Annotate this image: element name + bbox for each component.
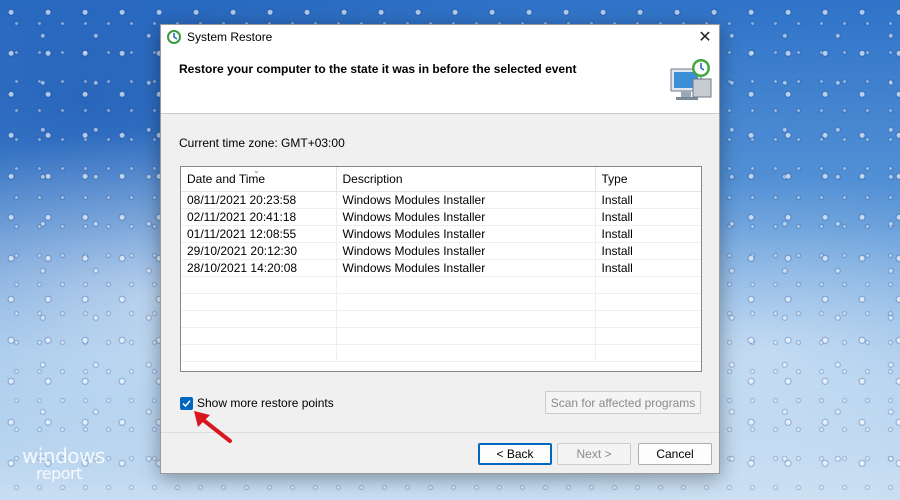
empty-row bbox=[181, 344, 701, 362]
table-row[interactable]: 01/11/2021 12:08:55 Windows Modules Inst… bbox=[181, 225, 701, 243]
empty-row bbox=[181, 276, 701, 294]
wizard-footer: < Back Next > Cancel bbox=[161, 432, 719, 473]
cell-date: 08/11/2021 20:23:58 bbox=[181, 191, 337, 209]
table-row[interactable]: 02/11/2021 20:41:18 Windows Modules Inst… bbox=[181, 208, 701, 226]
table-row[interactable]: 29/10/2021 20:12:30 Windows Modules Inst… bbox=[181, 242, 701, 260]
cell-description: Windows Modules Installer bbox=[336, 225, 596, 243]
timezone-label: Current time zone: GMT+03:00 bbox=[179, 136, 345, 150]
restore-points-table: ⌄ Date and Time Description Type 08/11/2… bbox=[181, 167, 701, 362]
table-row[interactable]: 28/10/2021 14:20:08 Windows Modules Inst… bbox=[181, 259, 701, 277]
watermark-logo: windows report bbox=[22, 446, 105, 483]
system-restore-icon bbox=[167, 30, 181, 44]
cell-description: Windows Modules Installer bbox=[336, 208, 596, 226]
scan-affected-programs-button[interactable]: Scan for affected programs bbox=[545, 391, 701, 414]
wizard-header: Restore your computer to the state it wa… bbox=[161, 49, 719, 114]
restore-computer-icon bbox=[670, 59, 712, 100]
next-button[interactable]: Next > bbox=[557, 443, 631, 465]
column-header-description[interactable]: Description bbox=[336, 167, 596, 192]
cell-date: 28/10/2021 14:20:08 bbox=[181, 259, 337, 277]
column-header-type[interactable]: Type bbox=[595, 167, 701, 192]
empty-row bbox=[181, 327, 701, 345]
title-bar: System Restore ✕ bbox=[161, 25, 719, 49]
cell-date: 02/11/2021 20:41:18 bbox=[181, 208, 337, 226]
cancel-button[interactable]: Cancel bbox=[638, 443, 712, 465]
cell-date: 29/10/2021 20:12:30 bbox=[181, 242, 337, 260]
column-header-description-label: Description bbox=[342, 172, 403, 186]
window-title: System Restore bbox=[187, 30, 273, 44]
cell-type: Install bbox=[595, 191, 701, 209]
red-arrow-annotation-icon bbox=[194, 411, 232, 443]
cell-description: Windows Modules Installer bbox=[336, 259, 596, 277]
back-button[interactable]: < Back bbox=[478, 443, 552, 465]
empty-row bbox=[181, 310, 701, 328]
cell-type: Install bbox=[595, 225, 701, 243]
cell-description: Windows Modules Installer bbox=[336, 242, 596, 260]
sort-descending-icon: ⌄ bbox=[253, 166, 260, 175]
column-header-date[interactable]: ⌄ Date and Time bbox=[181, 166, 337, 192]
cell-type: Install bbox=[595, 208, 701, 226]
close-icon: ✕ bbox=[698, 29, 712, 46]
column-header-type-label: Type bbox=[601, 172, 628, 186]
page-title: Restore your computer to the state it wa… bbox=[179, 62, 577, 76]
wizard-body: Current time zone: GMT+03:00 ⌄ Date and … bbox=[161, 114, 719, 432]
system-restore-dialog: System Restore ✕ Restore your computer t… bbox=[160, 24, 720, 474]
table-row[interactable]: 08/11/2021 20:23:58 Windows Modules Inst… bbox=[181, 191, 701, 209]
restore-points-list[interactable]: ⌄ Date and Time Description Type 08/11/2… bbox=[180, 166, 702, 372]
cell-description: Windows Modules Installer bbox=[336, 191, 596, 209]
cell-type: Install bbox=[595, 259, 701, 277]
cell-type: Install bbox=[595, 242, 701, 260]
close-button[interactable]: ✕ bbox=[691, 25, 719, 49]
table-header-row: ⌄ Date and Time Description Type bbox=[181, 167, 701, 192]
empty-row bbox=[181, 293, 701, 311]
cell-date: 01/11/2021 12:08:55 bbox=[181, 225, 337, 243]
